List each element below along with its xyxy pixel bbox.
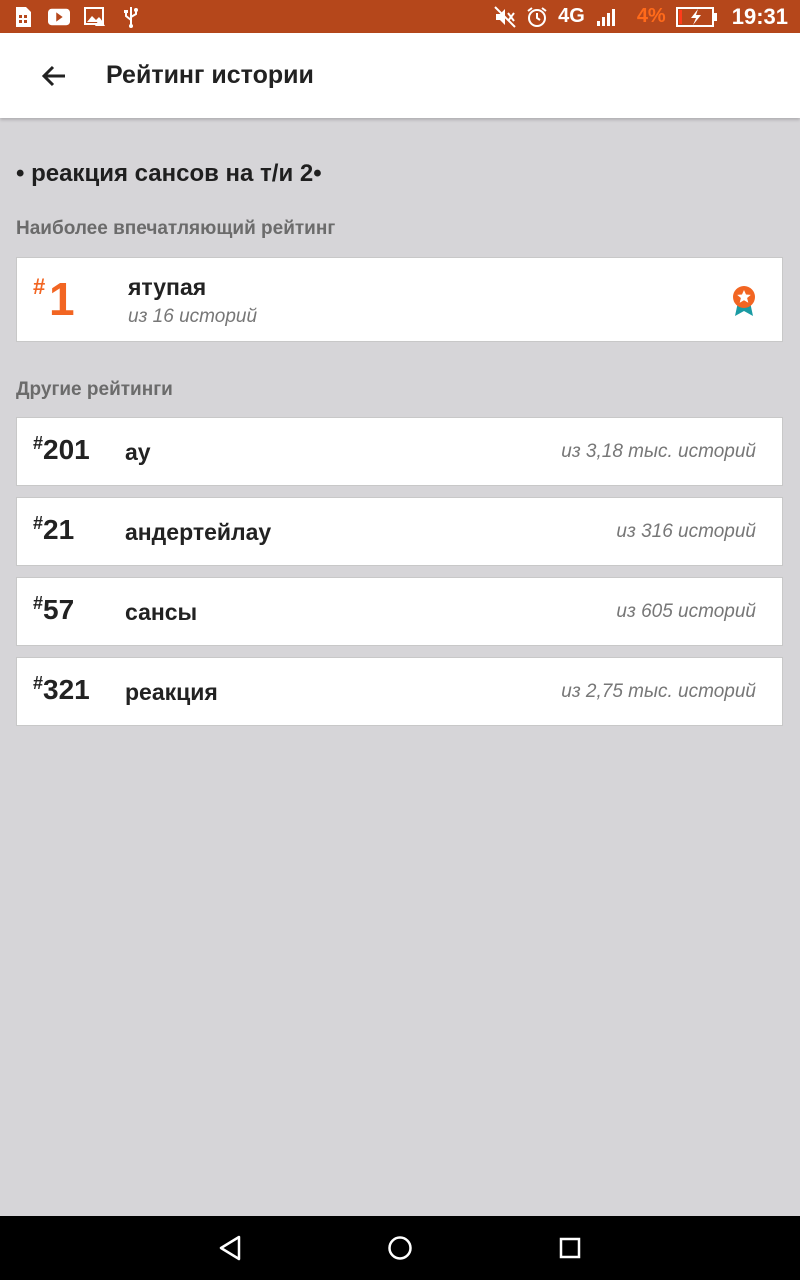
status-bar: 4G 4% 19:31 xyxy=(0,0,800,33)
sim-card-icon xyxy=(12,6,34,28)
back-button[interactable] xyxy=(24,46,84,106)
rank-value: 57 xyxy=(43,594,75,625)
top-rank-section-label: Наиболее впечатляющий рейтинг xyxy=(16,218,336,239)
rank-subtitle: из 316 историй xyxy=(616,521,756,542)
rank-number: #201 xyxy=(33,433,90,465)
rank-number: #21 xyxy=(33,513,75,545)
rank-tag: ятупая xyxy=(128,274,207,300)
network-type: 4G xyxy=(558,5,585,27)
main-content: • реакция сансов на т/и 2• Наиболее впеч… xyxy=(16,118,783,737)
rank-number: 1 xyxy=(49,273,75,325)
alarm-icon xyxy=(526,6,548,28)
rank-subtitle: из 16 историй xyxy=(128,306,258,327)
story-title: • реакция сансов на т/и 2• xyxy=(16,160,322,187)
rank-hash: # xyxy=(33,513,44,533)
list-item[interactable]: #321 реакция из 2,75 тыс. историй xyxy=(16,657,783,726)
app-bar: Рейтинг истории xyxy=(0,33,800,118)
rank-tag: андертейлау xyxy=(125,519,272,545)
triangle-back-icon xyxy=(219,1235,241,1261)
signal-icon xyxy=(595,6,617,28)
square-recents-icon xyxy=(559,1237,581,1259)
rank-hash: # xyxy=(33,274,46,299)
usb-icon xyxy=(120,6,142,28)
battery-charging-icon xyxy=(675,6,718,28)
rank-tag: реакция xyxy=(125,679,218,705)
arrow-back-icon xyxy=(41,65,65,86)
rank-value: 201 xyxy=(43,434,90,465)
rank-subtitle: из 605 историй xyxy=(616,601,756,622)
list-item[interactable]: #201 ау из 3,18 тыс. историй xyxy=(16,417,783,486)
nav-recents-button[interactable] xyxy=(554,1232,586,1264)
rank-hash: # xyxy=(33,673,44,693)
rank-number: #321 xyxy=(33,673,90,705)
rank-hash: # xyxy=(33,593,44,613)
award-ribbon-icon xyxy=(730,284,758,318)
image-icon xyxy=(84,6,106,28)
other-ranks-list: #201 ау из 3,18 тыс. историй #21 андерте… xyxy=(16,417,783,726)
nav-back-button[interactable] xyxy=(214,1232,246,1264)
system-nav-bar xyxy=(0,1216,800,1280)
rank-tag: ау xyxy=(125,439,151,465)
rank-number: #57 xyxy=(33,593,75,625)
page-title: Рейтинг истории xyxy=(106,61,314,89)
status-bar-left xyxy=(12,6,142,28)
rank-value: 21 xyxy=(43,514,75,545)
other-ranks-section-label: Другие рейтинги xyxy=(16,379,173,400)
battery-percent: 4% xyxy=(636,5,666,27)
list-item[interactable]: #21 андертейлау из 316 историй xyxy=(16,497,783,566)
rank-subtitle: из 2,75 тыс. историй xyxy=(561,681,756,702)
rank-value: 321 xyxy=(43,674,90,705)
top-rank-card[interactable]: # 1 ятупая из 16 историй xyxy=(16,257,783,342)
mute-icon xyxy=(494,5,516,28)
rank-tag: сансы xyxy=(125,599,198,625)
status-bar-right: 4G 4% 19:31 xyxy=(494,4,788,30)
circle-home-icon xyxy=(388,1236,412,1260)
rank-hash: # xyxy=(33,433,44,453)
clock: 19:31 xyxy=(731,3,788,29)
nav-home-button[interactable] xyxy=(384,1232,416,1264)
youtube-icon xyxy=(48,6,70,28)
rank-subtitle: из 3,18 тыс. историй xyxy=(561,441,756,462)
list-item[interactable]: #57 сансы из 605 историй xyxy=(16,577,783,646)
